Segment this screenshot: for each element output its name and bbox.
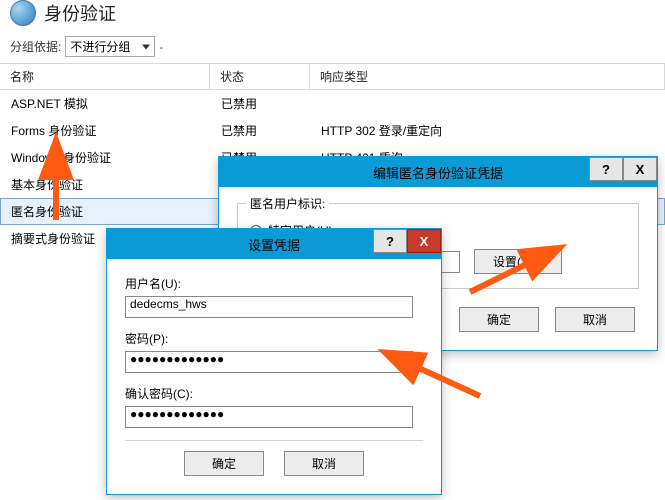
username-input[interactable]: dedecms_hws	[125, 296, 413, 318]
table-row[interactable]: ASP.NET 模拟已禁用	[0, 90, 665, 117]
cell-response: HTTP 302 登录/重定向	[311, 120, 664, 141]
set-button[interactable]: 设置(S)...	[474, 249, 562, 274]
cell-status: 已禁用	[211, 120, 311, 141]
group-by-value: 不进行分组	[70, 40, 130, 54]
close-button[interactable]: X	[623, 157, 657, 181]
page-title: 身份验证	[44, 0, 116, 26]
group-by-label: 分组依据:	[10, 38, 61, 55]
cancel-button[interactable]: 取消	[284, 451, 364, 476]
confirm-password-input[interactable]: ●●●●●●●●●●●●●	[125, 406, 413, 428]
cell-name: ASP.NET 模拟	[1, 93, 211, 114]
cancel-button[interactable]: 取消	[555, 307, 635, 332]
group-by-dropdown[interactable]: 不进行分组	[65, 36, 155, 57]
close-button[interactable]: X	[407, 229, 441, 253]
auth-icon	[10, 0, 36, 26]
help-button[interactable]: ?	[589, 157, 623, 181]
cell-status: 已禁用	[211, 93, 311, 114]
col-response[interactable]: 响应类型	[310, 64, 665, 89]
confirm-password-label: 确认密码(C):	[125, 385, 423, 402]
help-button[interactable]: ?	[373, 229, 407, 253]
cell-name: Windows 身份验证	[1, 147, 211, 168]
dialog-titlebar[interactable]: 设置凭据 ? X	[107, 229, 441, 259]
password-input[interactable]: ●●●●●●●●●●●●●	[125, 351, 413, 373]
password-label: 密码(P):	[125, 330, 423, 347]
ok-button[interactable]: 确定	[184, 451, 264, 476]
cell-name: Forms 身份验证	[1, 120, 211, 141]
toolbar-separator: -	[159, 40, 163, 54]
cell-response	[311, 93, 664, 114]
toolbar: 分组依据: 不进行分组 -	[0, 30, 665, 64]
col-name[interactable]: 名称	[0, 64, 210, 89]
group-legend: 匿名用户标识:	[246, 195, 329, 212]
dialog-titlebar[interactable]: 编辑匿名身份验证凭据 ? X	[219, 157, 657, 187]
username-label: 用户名(U):	[125, 275, 423, 292]
set-credentials-dialog: 设置凭据 ? X 用户名(U): dedecms_hws 密码(P): ●●●●…	[106, 228, 442, 495]
cell-name: 基本身份验证	[1, 174, 211, 195]
col-status[interactable]: 状态	[210, 64, 310, 89]
cell-name: 匿名身份验证	[1, 201, 211, 222]
ok-button[interactable]: 确定	[459, 307, 539, 332]
table-row[interactable]: Forms 身份验证已禁用HTTP 302 登录/重定向	[0, 117, 665, 144]
grid-header: 名称 状态 响应类型	[0, 64, 665, 90]
